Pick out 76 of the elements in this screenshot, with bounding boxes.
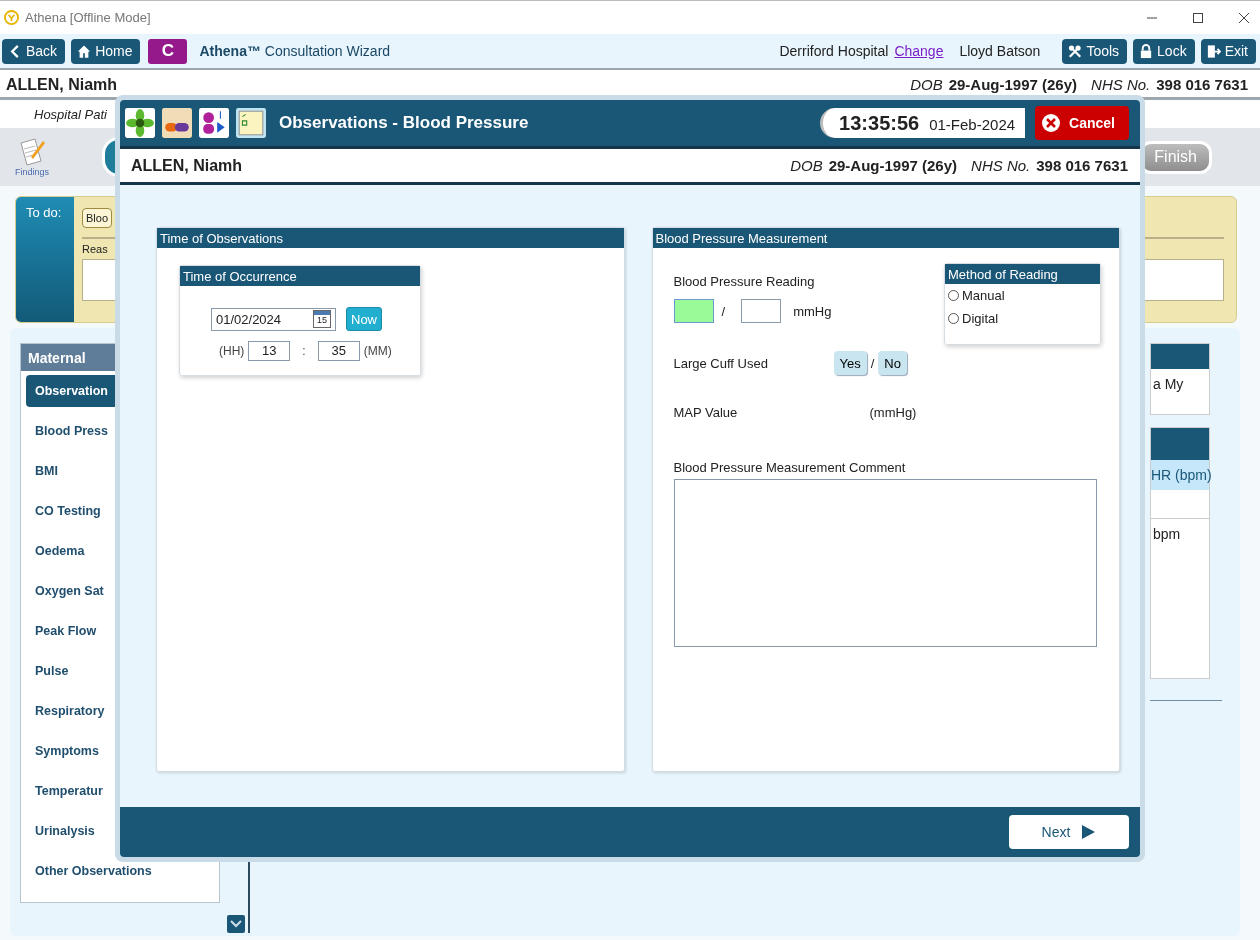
next-button[interactable]: Next [1009, 815, 1129, 849]
nhs-number: 398 016 7631 [1036, 157, 1128, 174]
option-separator: / [870, 355, 875, 371]
current-time: 13:35:56 [839, 111, 920, 136]
yes-button[interactable]: Yes [833, 351, 867, 375]
capsule-icon[interactable] [161, 108, 193, 138]
minute-label: (MM) [363, 344, 392, 358]
dialog-title: Observations - Blood Pressure [279, 113, 529, 133]
radio-option[interactable]: Manual [945, 284, 1100, 307]
change-link[interactable]: Change [894, 43, 944, 59]
diastolic-field[interactable] [741, 299, 782, 323]
table-header [1151, 428, 1209, 460]
nhs-label: NHS No. [1091, 76, 1151, 93]
cuff-label: Large Cuff Used [673, 355, 769, 371]
current-date: 01-Feb-2024 [929, 116, 1016, 133]
reason-label: Reas [82, 243, 108, 255]
todo-label: To do: [26, 205, 62, 220]
dob-value: 29-Aug-1997 (26y) [828, 157, 958, 174]
minute-field[interactable]: 35 [317, 341, 360, 361]
nhs-label: NHS No. [971, 157, 1031, 174]
panel-title: Time of Observations [157, 228, 624, 248]
no-button[interactable]: No [878, 351, 907, 375]
panel-header [1151, 344, 1209, 369]
lock-icon [1139, 43, 1154, 59]
unit-label: mmHg [793, 303, 832, 319]
todo-tag[interactable]: Bloo [82, 208, 113, 228]
close-icon[interactable] [1238, 11, 1250, 24]
window-title: Athena [Offline Mode] [25, 10, 151, 25]
back-button[interactable]: Back [2, 38, 66, 64]
dob-value: 29-Aug-1997 (26y) [948, 76, 1078, 93]
dob-label: DOB [790, 157, 823, 174]
systolic-field[interactable] [673, 299, 714, 323]
exit-button[interactable]: Exit [1200, 38, 1256, 64]
findings-label: Findings [15, 167, 49, 177]
app-logo-icon [4, 10, 19, 25]
home-icon [77, 43, 92, 59]
reading-label: Blood Pressure Reading [673, 274, 816, 289]
column-header: HR (bpm) [1151, 460, 1209, 490]
patient-name: ALLEN, Niamh [6, 76, 118, 94]
lock-button[interactable]: Lock [1133, 38, 1195, 64]
app-title: Athena™ Consultation Wizard [199, 43, 391, 59]
nhs-number: 398 016 7631 [1156, 76, 1248, 93]
map-label: MAP Value [673, 405, 739, 420]
reading-separator: / [721, 303, 726, 319]
card-title: Method of Reading [945, 264, 1100, 284]
patient-subheader: Hospital Pati [34, 106, 107, 122]
app-badge[interactable]: C [148, 38, 188, 64]
sequence-icon[interactable] [198, 108, 230, 138]
radio-option[interactable]: Digital [945, 307, 1100, 330]
time-separator: : [302, 344, 306, 358]
comment-label: Blood Pressure Measurement Comment [673, 460, 907, 475]
exit-icon [1206, 43, 1221, 59]
notepad-icon[interactable] [235, 108, 267, 138]
maximize-icon[interactable] [1192, 11, 1204, 24]
dob-label: DOB [910, 76, 943, 93]
panel-title: Blood Pressure Measurement [652, 228, 1119, 248]
user-name: Lloyd Batson [959, 43, 1041, 59]
tools-button[interactable]: Tools [1062, 38, 1128, 64]
tools-icon [1068, 43, 1083, 59]
scroll-down-icon[interactable] [227, 915, 245, 933]
panel-text: a My [1153, 376, 1185, 392]
calendar-icon[interactable]: 15 [313, 310, 331, 328]
hospital-name: Derriford Hospital [779, 43, 889, 59]
cancel-button[interactable]: Cancel [1035, 106, 1129, 140]
hour-label: (HH) [219, 344, 245, 358]
hour-field[interactable]: 13 [248, 341, 291, 361]
card-title: Time of Occurrence [180, 266, 420, 286]
flower-icon[interactable] [124, 108, 156, 138]
home-button[interactable]: Home [71, 38, 141, 64]
close-icon [1041, 113, 1062, 133]
table-cell-text: bpm [1153, 526, 1182, 542]
map-unit: (mmHg) [869, 405, 917, 420]
date-field[interactable]: 01/02/2024 15 [211, 307, 336, 331]
patient-name: ALLEN, Niamh [131, 156, 243, 175]
comment-field[interactable] [673, 479, 1097, 647]
play-icon [1080, 824, 1097, 840]
